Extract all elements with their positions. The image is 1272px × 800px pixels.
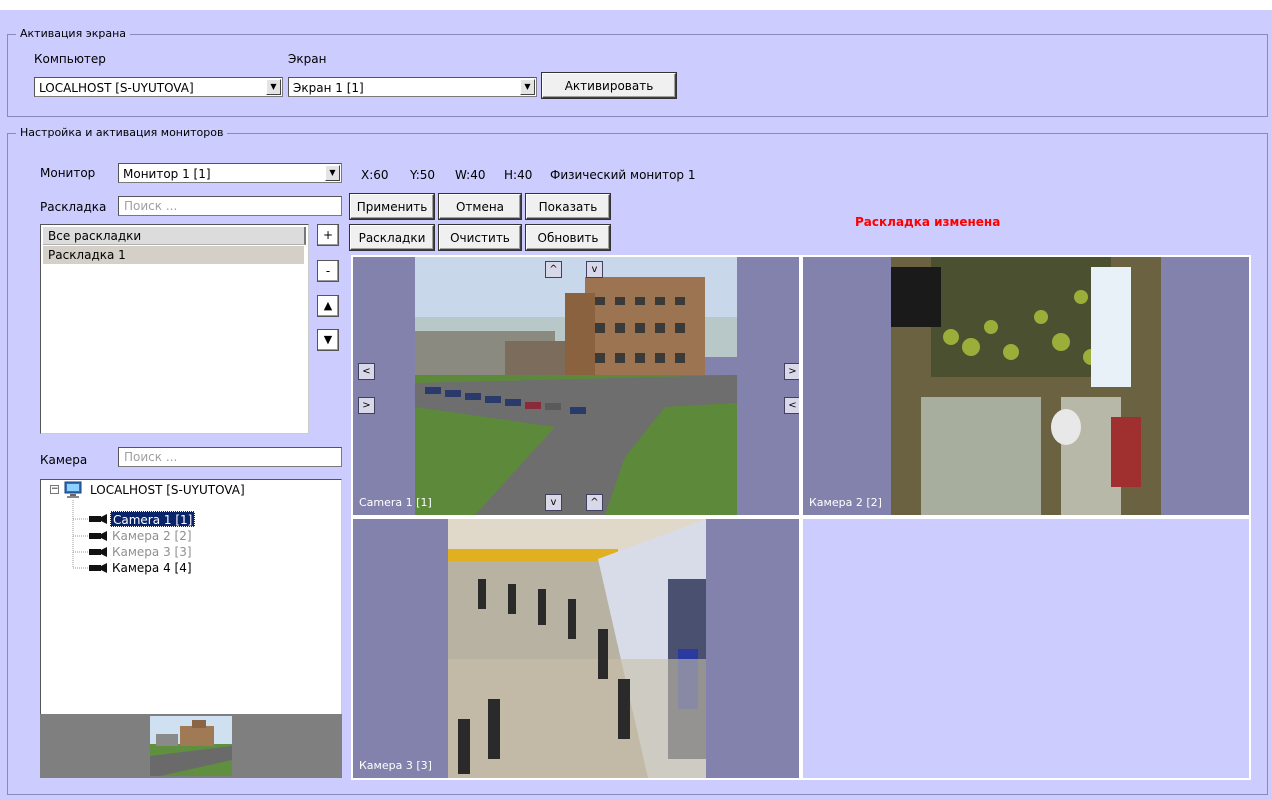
camera-label: Камера <box>40 453 88 467</box>
cell-camera-label: Camera 1 [1] <box>359 496 432 509</box>
geometry-x: X:60 <box>361 168 389 182</box>
nav-up-button[interactable]: ^ <box>586 494 603 511</box>
tree-camera-item[interactable]: Camera 1 [1] <box>110 511 196 527</box>
layouts-list[interactable]: Все раскладки Раскладка 1 <box>40 224 309 434</box>
apply-button[interactable]: Применить <box>350 194 434 219</box>
layout-changed-alert: Раскладка изменена <box>855 215 1001 229</box>
tree-host[interactable]: LOCALHOST [S-UYUTOVA] <box>90 482 245 498</box>
cancel-button[interactable]: Отмена <box>439 194 521 219</box>
nav-left-button[interactable]: < <box>358 363 375 380</box>
camera-image <box>891 257 1161 515</box>
clear-button[interactable]: Очистить <box>439 225 521 250</box>
geometry-h: H:40 <box>504 168 533 182</box>
screen-select[interactable]: Экран 1 [1] ▼ <box>288 77 537 97</box>
nav-right-button[interactable]: > <box>784 363 799 380</box>
layout-search-field[interactable] <box>119 197 341 215</box>
nav-down-button[interactable]: v <box>545 494 562 511</box>
video-cell[interactable]: Камера 3 [3] <box>353 519 799 778</box>
tree-camera-item[interactable]: Камера 3 [3] <box>112 544 192 560</box>
computer-select[interactable]: LOCALHOST [S-UYUTOVA] ▼ <box>34 77 283 97</box>
nav-down-button[interactable]: v <box>586 261 603 278</box>
geometry-y: Y:50 <box>410 168 436 182</box>
camera-preview <box>40 714 342 778</box>
tree-camera-item[interactable]: Камера 4 [4] <box>112 560 192 576</box>
cell-camera-label: Камера 2 [2] <box>809 496 882 509</box>
camera-image <box>448 519 706 778</box>
physical-monitor-label: Физический монитор 1 <box>550 168 696 182</box>
camera-search-field[interactable] <box>119 448 341 466</box>
geometry-w: W:40 <box>455 168 486 182</box>
remove-layout-button[interactable]: - <box>317 260 339 282</box>
screen-activation-group: Активация экрана Компьютер LOCALHOST [S-… <box>7 27 1268 117</box>
monitors-title: Настройка и активация мониторов <box>16 126 228 140</box>
app-window: Активация экрана Компьютер LOCALHOST [S-… <box>0 10 1272 800</box>
monitor-select-value: Монитор 1 [1] <box>123 167 211 181</box>
tree-camera-item[interactable]: Камера 2 [2] <box>112 528 192 544</box>
chevron-down-icon[interactable]: ▼ <box>266 79 281 95</box>
computer-label: Компьютер <box>34 52 106 66</box>
camera-image <box>415 257 737 515</box>
cell-camera-label: Камера 3 [3] <box>359 759 432 772</box>
chevron-down-icon[interactable]: ▼ <box>520 79 535 95</box>
preview-image <box>150 716 232 776</box>
layouts-button[interactable]: Раскладки <box>350 225 434 250</box>
chevron-down-icon[interactable]: ▼ <box>325 165 340 181</box>
camera-tree[interactable]: − LOCALHOST [S-UYUTOVA] Camera 1 [1] Кам… <box>40 479 342 715</box>
video-cell[interactable]: ^ v < > > < v ^ Camera 1 [1] <box>353 257 799 515</box>
screen-label: Экран <box>288 52 327 66</box>
add-layout-button[interactable]: + <box>317 224 339 246</box>
activate-button[interactable]: Активировать <box>542 73 676 98</box>
screen-activation-title: Активация экрана <box>16 27 131 41</box>
camera-icon <box>89 531 107 541</box>
refresh-button[interactable]: Обновить <box>526 225 610 250</box>
layout-list-item[interactable]: Все раскладки <box>43 227 306 245</box>
layout-label: Раскладка <box>40 200 107 214</box>
nav-right-button[interactable]: > <box>358 397 375 414</box>
show-button[interactable]: Показать <box>526 194 610 219</box>
video-grid: ^ v < > > < v ^ Camera 1 [1] Камера 2 [2… <box>351 255 1251 780</box>
layout-search-input[interactable] <box>118 196 342 216</box>
nav-left-button[interactable]: < <box>784 397 799 414</box>
computer-select-value: LOCALHOST [S-UYUTOVA] <box>39 81 194 95</box>
layout-list-item[interactable]: Раскладка 1 <box>43 246 304 264</box>
video-cell[interactable]: Камера 2 [2] <box>803 257 1249 515</box>
camera-icon <box>89 547 107 557</box>
nav-up-button[interactable]: ^ <box>545 261 562 278</box>
move-down-button[interactable]: ▼ <box>317 329 339 351</box>
monitor-label: Монитор <box>40 166 96 180</box>
tree-lines <box>72 500 89 569</box>
camera-icon <box>89 563 107 573</box>
move-up-button[interactable]: ▲ <box>317 295 339 317</box>
camera-icon <box>89 514 107 524</box>
empty-video-cell[interactable] <box>803 519 1249 778</box>
monitor-select[interactable]: Монитор 1 [1] ▼ <box>118 163 342 183</box>
camera-search-input[interactable] <box>118 447 342 467</box>
screen-select-value: Экран 1 [1] <box>293 81 364 95</box>
